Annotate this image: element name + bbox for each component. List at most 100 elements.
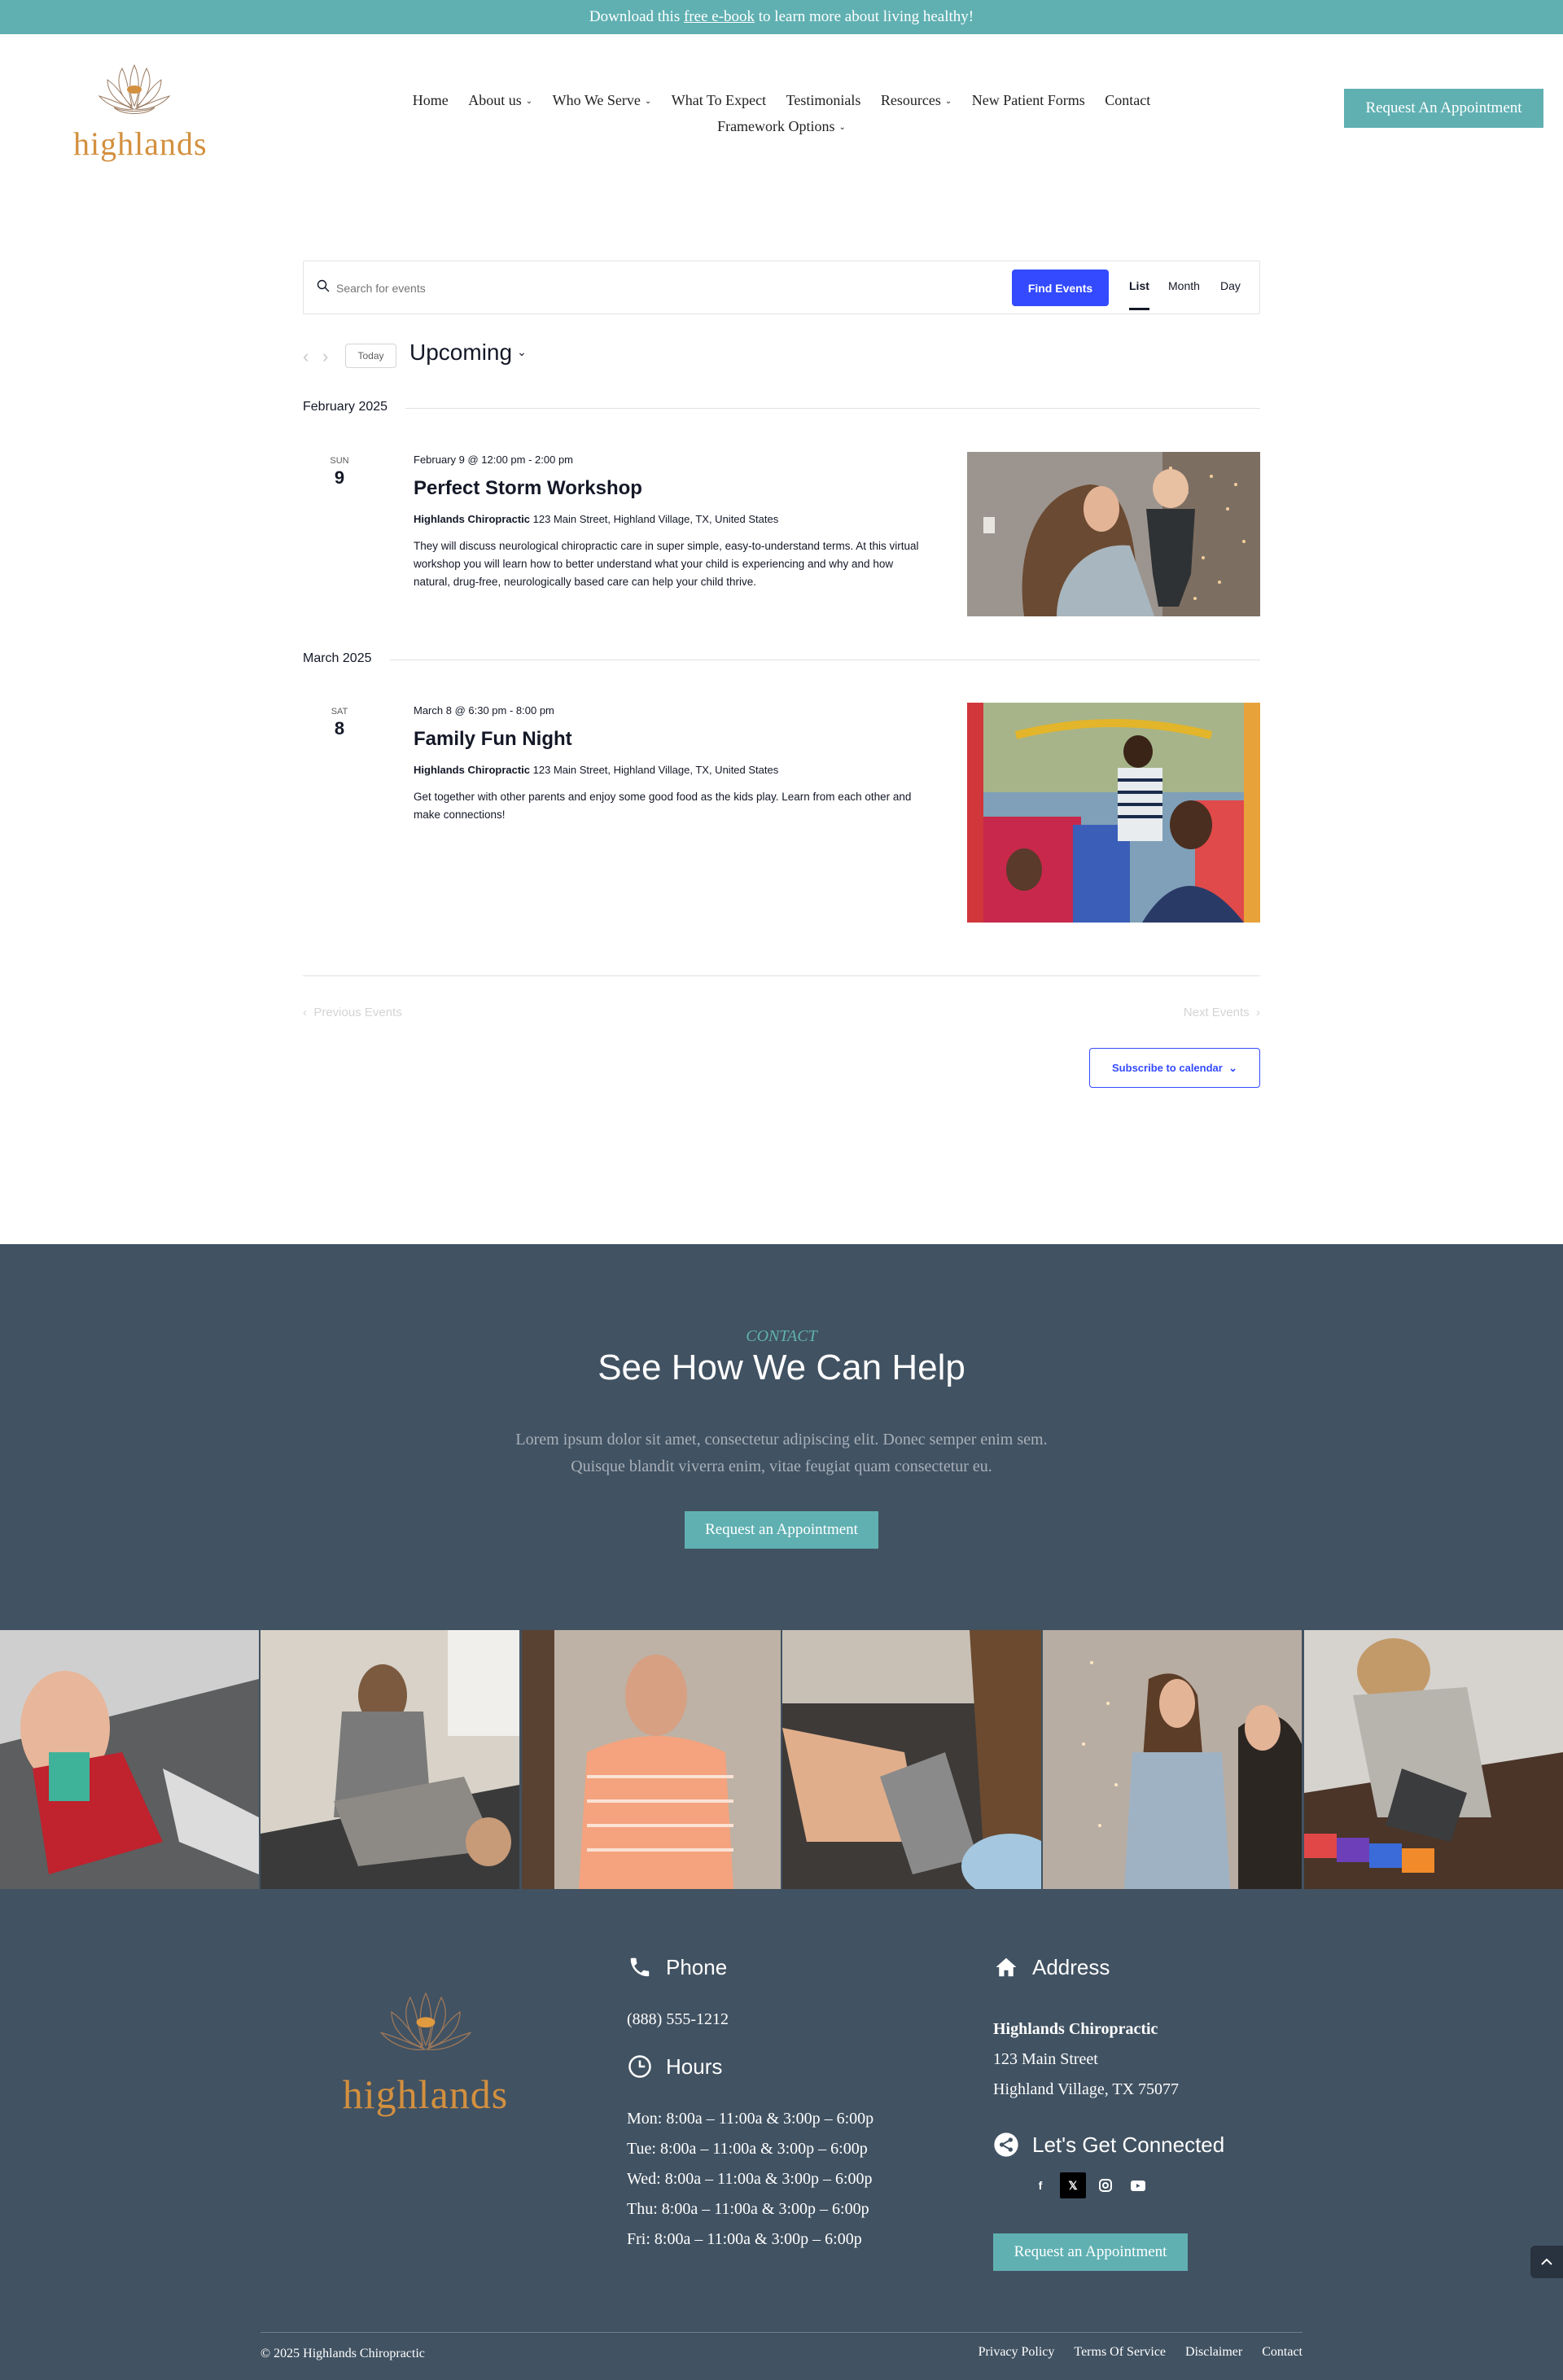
social-heading-label: Let's Get Connected <box>1032 2132 1225 2157</box>
nav-item-about-us[interactable]: About us ⌄ <box>468 92 532 108</box>
gallery-photo-baby <box>0 1630 259 1889</box>
nav-item-who-we-serve[interactable]: Who We Serve ⌄ <box>553 92 652 108</box>
hours-heading: Hours <box>627 2053 722 2080</box>
lotus-icon <box>379 1992 472 2050</box>
chevron-down-icon: ⌄ <box>525 97 533 106</box>
view-tab-month[interactable]: Month <box>1168 279 1200 292</box>
event-day: 9 <box>334 467 345 488</box>
gallery-photo-instrument <box>782 1630 1042 1889</box>
chevron-up-icon <box>1541 2258 1552 2265</box>
ebook-link[interactable]: free e-book <box>684 8 755 25</box>
youtube-icon[interactable] <box>1125 2172 1151 2198</box>
event-image-family-playground[interactable] <box>967 703 1260 923</box>
address-line: 123 Main Street <box>993 2050 1098 2068</box>
venue-name: Highlands Chiropractic <box>414 513 531 525</box>
event-date-badge: SAT 8 <box>303 707 376 739</box>
phone-icon <box>627 1954 653 1980</box>
lotus-icon <box>98 64 171 114</box>
event-venue: Highlands Chiropractic 123 Main Street, … <box>414 764 926 776</box>
month-label: March 2025 <box>303 651 390 666</box>
footer-link-disclaimer[interactable]: Disclaimer <box>1185 2345 1242 2359</box>
view-tab-list[interactable]: List <box>1129 279 1149 310</box>
chevron-down-icon: ⌄ <box>1228 1061 1237 1074</box>
contact-text-line: Quisque blandit viverra enim, vitae feug… <box>571 1457 992 1475</box>
address-heading-label: Address <box>1032 1954 1110 1979</box>
hours-row: Fri: 8:00a – 11:00a & 3:00p – 6:00p <box>627 2230 862 2248</box>
nav-label: What To Expect <box>671 92 767 108</box>
nav-row-2: Framework Options ⌄ <box>358 114 1205 140</box>
next-events-link[interactable]: Next Events › <box>1184 1006 1260 1019</box>
nav-item-framework-options[interactable]: Framework Options ⌄ <box>717 118 846 134</box>
event-details: February 9 @ 12:00 pm - 2:00 pm Perfect … <box>414 454 926 591</box>
event-day: 8 <box>334 718 345 739</box>
nav-item-home[interactable]: Home <box>413 92 449 108</box>
hours-list: Mon: 8:00a – 11:00a & 3:00p – 6:00p Tue:… <box>627 2104 873 2255</box>
event-date-badge: SUN 9 <box>303 456 376 489</box>
nav-label: Who We Serve <box>552 92 641 108</box>
event-search-input[interactable] <box>336 276 971 300</box>
main-nav: Home About us ⌄ Who We Serve ⌄ What To Exp… <box>358 88 1205 140</box>
event-details: March 8 @ 6:30 pm - 8:00 pm Family Fun N… <box>414 704 926 824</box>
phone-number[interactable]: (888) 555-1212 <box>627 2005 729 2035</box>
venue-address: 123 Main Street, Highland Village, TX, U… <box>530 513 779 525</box>
nav-label: About us <box>468 92 522 108</box>
prev-arrow-icon[interactable]: ‹ <box>303 346 309 367</box>
previous-events-link[interactable]: ‹ Previous Events <box>303 1006 402 1019</box>
footer-link-contact[interactable]: Contact <box>1262 2345 1302 2359</box>
event-venue: Highlands Chiropractic 123 Main Street, … <box>414 513 926 525</box>
home-icon <box>993 1954 1019 1980</box>
logo-wordmark: highlands <box>342 2071 509 2117</box>
site-logo[interactable]: highlands <box>73 57 207 162</box>
venue-name: Highlands Chiropractic <box>414 764 531 776</box>
gallery-photo-child <box>1303 1630 1563 1889</box>
footer-divider <box>260 2332 1302 2333</box>
phone-heading-label: Phone <box>666 1954 728 1979</box>
contact-text: Lorem ipsum dolor sit amet, consectetur … <box>456 1427 1107 1480</box>
next-arrow-icon[interactable]: › <box>322 346 328 367</box>
find-events-button[interactable]: Find Events <box>1012 270 1109 306</box>
chevron-down-icon: ⌄ <box>517 345 527 358</box>
date-range-label: Upcoming <box>409 340 513 365</box>
copyright: © 2025 Highlands Chiropractic <box>260 2347 425 2360</box>
chevron-down-icon: ⌄ <box>644 97 652 106</box>
social-heading: Let's Get Connected <box>993 2132 1224 2158</box>
x-twitter-icon[interactable]: 𝕏 <box>1060 2172 1086 2198</box>
facebook-icon[interactable]: f <box>1027 2172 1053 2198</box>
search-icon <box>317 279 330 292</box>
nav-item-new-patient-forms[interactable]: New Patient Forms <box>972 92 1085 108</box>
nav-label: Framework Options <box>717 118 835 134</box>
chevron-down-icon: ⌄ <box>838 123 846 132</box>
clock-icon <box>627 2053 653 2080</box>
hours-row: Thu: 8:00a – 11:00a & 3:00p – 6:00p <box>627 2200 869 2218</box>
view-tab-day[interactable]: Day <box>1220 279 1241 292</box>
nav-item-resources[interactable]: Resources ⌄ <box>881 92 952 108</box>
nav-label: Testimonials <box>786 92 861 108</box>
event-title[interactable]: Perfect Storm Workshop <box>414 477 926 500</box>
nav-item-testimonials[interactable]: Testimonials <box>786 92 861 108</box>
request-appointment-header-button[interactable]: Request An Appointment <box>1344 89 1543 128</box>
previous-events-label: Previous Events <box>313 1006 402 1019</box>
contact-request-appointment-button[interactable]: Request an Appointment <box>685 1511 878 1549</box>
subscribe-label: Subscribe to calendar <box>1112 1061 1223 1074</box>
nav-item-contact[interactable]: Contact <box>1105 92 1150 108</box>
today-button[interactable]: Today <box>345 344 396 368</box>
event-image-mother-baby[interactable] <box>967 452 1260 616</box>
footer-request-appointment-button[interactable]: Request an Appointment <box>993 2233 1188 2271</box>
event-title[interactable]: Family Fun Night <box>414 728 926 751</box>
subscribe-calendar-button[interactable]: Subscribe to calendar ⌄ <box>1089 1048 1260 1088</box>
footer-link-terms-of-service[interactable]: Terms Of Service <box>1074 2345 1166 2359</box>
instagram-icon[interactable] <box>1092 2172 1119 2198</box>
contact-text-line: Lorem ipsum dolor sit amet, consectetur … <box>515 1431 1048 1449</box>
back-to-top-button[interactable] <box>1530 2246 1563 2278</box>
chevron-right-icon: › <box>1256 1006 1260 1019</box>
event-time: March 8 @ 6:30 pm - 8:00 pm <box>414 704 554 717</box>
chevron-left-icon: ‹ <box>303 1006 307 1019</box>
event-description: They will discuss neurological chiroprac… <box>414 540 919 588</box>
footer-link-privacy-policy[interactable]: Privacy Policy <box>979 2345 1055 2359</box>
nav-label: New Patient Forms <box>971 92 1085 108</box>
date-range-picker[interactable]: Upcoming ⌄ <box>409 340 527 366</box>
footer-logo[interactable]: highlands <box>342 1979 509 2116</box>
nav-item-what-to-expect[interactable]: What To Expect <box>672 92 766 108</box>
hours-heading-label: Hours <box>666 2053 723 2079</box>
next-events-label: Next Events <box>1183 1006 1250 1019</box>
